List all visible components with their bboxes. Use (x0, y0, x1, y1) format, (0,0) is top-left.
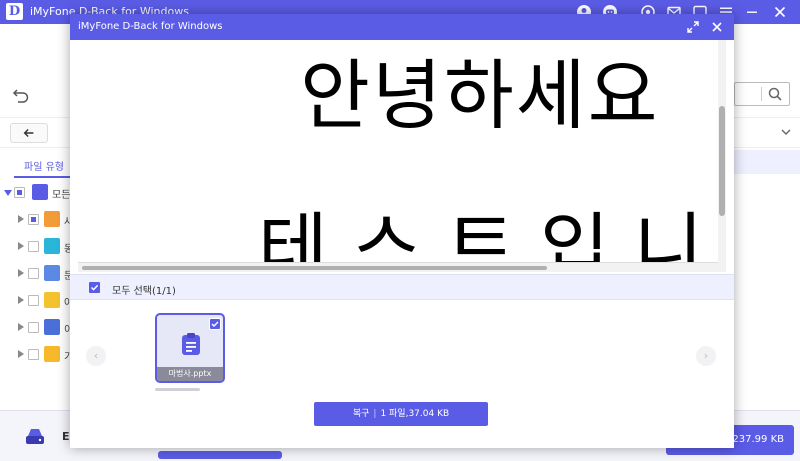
chevron-right-icon: › (703, 349, 709, 362)
file-thumbnail-checkbox[interactable] (209, 318, 221, 330)
tree-item-2[interactable]: 사 (0, 207, 73, 233)
app-logo: D (6, 3, 23, 20)
search-box[interactable] (734, 82, 790, 106)
preview-vertical-scrollbar[interactable] (718, 40, 726, 272)
recover-separator: | (373, 409, 377, 419)
search-separator (761, 87, 762, 101)
tree-item-checkbox[interactable] (28, 241, 39, 252)
carousel-prev-button[interactable]: ‹ (86, 346, 106, 366)
app-close-icon[interactable] (772, 4, 788, 20)
undo-icon[interactable] (12, 86, 30, 104)
thumbnail-indicator (155, 388, 200, 391)
close-icon[interactable] (710, 20, 724, 34)
tab-file-type[interactable]: 파일 유형 (24, 158, 64, 173)
archive-icon (44, 292, 60, 308)
caret-right-icon[interactable] (18, 323, 24, 331)
modal-titlebar: iMyFone D-Back for Windows (70, 14, 734, 40)
preview-text-line1: 안녕하세요 (300, 51, 660, 140)
chevron-down-icon[interactable] (780, 126, 792, 138)
recover-count: 1 파일,37.04 KB (380, 409, 450, 419)
recover-button[interactable]: 복구 | 1 파일,37.04 KB (314, 402, 488, 426)
tree-item-6[interactable]: 이 (0, 315, 73, 341)
caret-down-icon[interactable] (4, 190, 12, 196)
tree-item-checkbox[interactable] (28, 349, 39, 360)
tree-item-5[interactable]: 아 (0, 288, 73, 314)
vertical-scroll-thumb[interactable] (719, 106, 725, 216)
caret-right-icon[interactable] (18, 242, 24, 250)
tree-item-checkbox[interactable] (28, 322, 39, 333)
select-all-bar: 모두 선택(1/1) (70, 274, 734, 300)
document-preview: 안녕하세요 테스트입니다 (78, 40, 726, 272)
tree-item-checkbox[interactable] (28, 268, 39, 279)
caret-right-icon[interactable] (18, 296, 24, 304)
tree-item-7[interactable]: 기 (0, 342, 73, 368)
modal-title: iMyFone D-Back for Windows (78, 21, 223, 32)
tree-item-4[interactable]: 문 (0, 261, 73, 287)
preview-modal: iMyFone D-Back for Windows 안녕하세요 테스트입니다 … (70, 14, 734, 448)
file-name: 마법사.pptx (157, 367, 223, 381)
email-icon (44, 319, 60, 335)
arrow-left-icon (23, 129, 34, 137)
search-icon[interactable] (767, 86, 783, 102)
back-button[interactable] (10, 123, 48, 143)
horizontal-scroll-thumb[interactable] (82, 266, 547, 270)
caret-right-icon[interactable] (18, 350, 24, 358)
expand-icon[interactable] (686, 20, 700, 34)
clipboard-document-icon (180, 332, 202, 356)
document-icon (44, 265, 60, 281)
chevron-left-icon: ‹ (93, 349, 99, 362)
drive-icon (24, 425, 46, 447)
caret-right-icon[interactable] (18, 215, 24, 223)
carousel-next-button[interactable]: › (696, 346, 716, 366)
recover-label: 복구 (352, 409, 370, 419)
tree-item-label: 모든 (52, 190, 71, 201)
tree-item-1[interactable]: 모든 (0, 180, 72, 206)
select-all-checkbox[interactable] (89, 282, 100, 293)
file-thumbnail[interactable]: 마법사.pptx (155, 313, 225, 383)
drive-icon (32, 184, 48, 200)
tree-item-checkbox[interactable] (28, 214, 39, 225)
list-header-strip (733, 150, 800, 174)
video-icon (44, 238, 60, 254)
minimize-icon[interactable] (744, 4, 760, 20)
folder-icon (44, 346, 60, 362)
tree-item-checkbox[interactable] (14, 187, 25, 198)
footer-progress-bar (158, 451, 282, 459)
tab-underline (14, 176, 72, 178)
image-icon (44, 211, 60, 227)
tree-item-checkbox[interactable] (28, 295, 39, 306)
caret-right-icon[interactable] (18, 269, 24, 277)
preview-horizontal-scrollbar[interactable] (78, 262, 718, 272)
file-type-sidebar: 파일 유형 모든사 동 문 아 이 기 (0, 148, 73, 410)
footer-recover-size: 237.99 KB (732, 434, 784, 445)
drive-letter: E (62, 430, 70, 443)
tree-item-3[interactable]: 동 (0, 234, 73, 260)
select-all-label[interactable]: 모두 선택(1/1) (112, 282, 176, 297)
